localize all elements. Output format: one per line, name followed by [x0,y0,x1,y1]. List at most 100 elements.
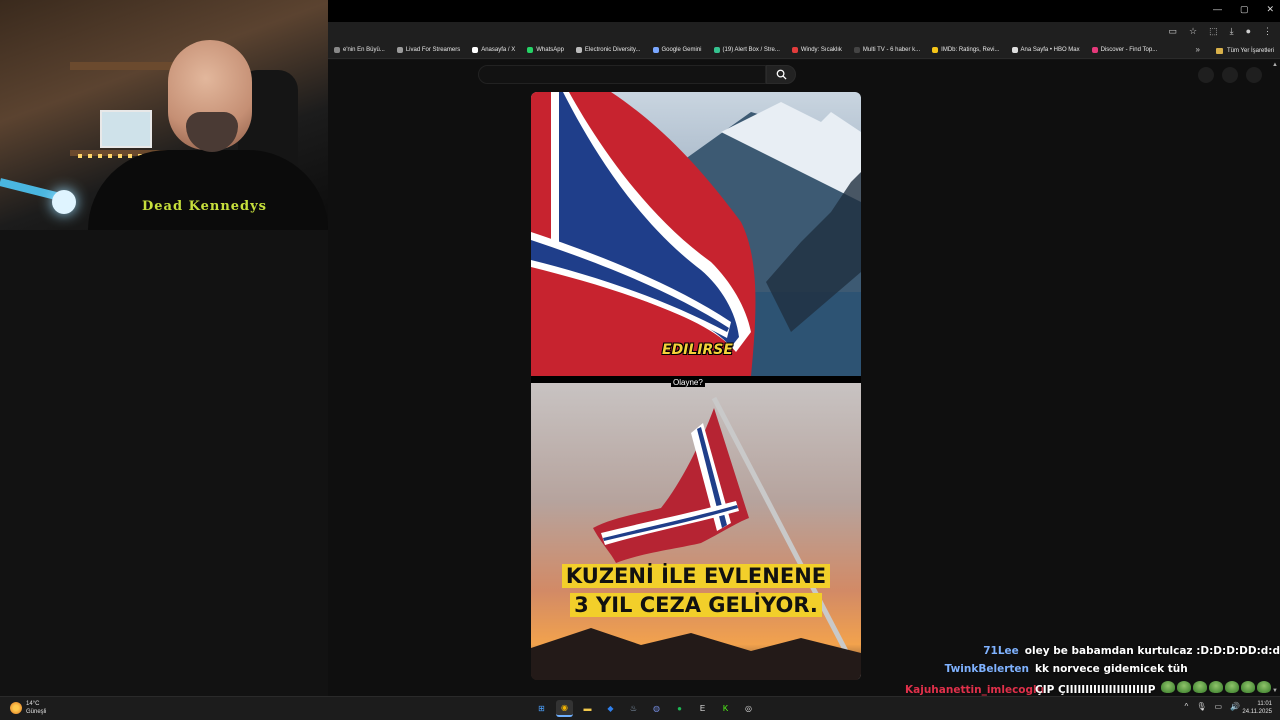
bookmark-label: Anasayfa / X [481,47,516,53]
bookmark-favicon-icon [713,47,720,53]
chat-message: 71Lee oley be babamdan kurtulcaz :D:D:D:D… [905,645,1280,663]
network-icon[interactable]: ▭ [1214,702,1222,711]
download-icon[interactable]: ⤓ [1230,26,1234,37]
start-icon[interactable]: ⊞ [533,700,550,717]
chat-text: ÇIP ÇIIIIIIIIIIIIIIIIIIIIIP [1035,684,1156,696]
bookmark-favicon-icon [791,47,798,53]
bookmark-label: IMDb: Ratings, Revi... [941,47,1000,53]
bookmark-favicon-icon [853,47,860,53]
weather-widget[interactable]: 14°C Güneşli [10,700,46,716]
flag-on-pole-image [531,396,861,680]
taskbar-apps: ⊞ ◉ ▬ ◆ ♨ ◍ ● E K ◎ [533,700,757,717]
bookmark-favicon-icon [652,47,659,53]
caption-line-2: 3 YIL CEZA GELİYOR. [570,593,822,617]
close-button[interactable]: ✕ [1266,4,1274,15]
weather-temp: 14°C [26,701,40,707]
kick-icon[interactable]: K [717,700,734,717]
pepe-emote-icon [1209,681,1224,693]
bookmark-item[interactable]: WhatsApp [521,47,570,53]
bookmark-label: e'nin En Büyü... [343,47,385,53]
spotify-icon[interactable]: ● [671,700,688,717]
menu-icon[interactable]: ⋮ [1263,26,1272,37]
video-caption-top: EDILIRSE [662,342,733,358]
chat-text: kk norvece gidemicek tüh [1035,663,1188,675]
chrome-icon[interactable]: ◉ [556,700,573,717]
bookmark-item[interactable]: IMDb: Ratings, Revi... [926,47,1005,53]
screen: Dead Kennedys — ▢ ✕ ▭ ☆ ⬚ ⤓ ● ⋮ e'nin En… [0,0,1280,720]
bookmark-item[interactable]: Anasayfa / X [466,47,521,53]
search-input[interactable] [478,65,766,84]
star-icon[interactable]: ☆ [1189,26,1197,37]
pepe-emote-icon [1193,681,1208,693]
scroll-up-arrow[interactable]: ▲ [1272,62,1278,68]
pepe-emote-icon [1257,681,1272,693]
bookmark-item[interactable]: Multi TV - 6 haber k... [848,47,926,53]
video-caption-bottom: KUZENİ İLE EVLENENE 3 YIL CEZA GELİYOR. [531,562,861,620]
chat-text: oley be babamdan kurtulcaz :D:D:D:DD:d:d [1024,645,1280,657]
maximize-button[interactable]: ▢ [1240,4,1249,15]
profile-icon[interactable]: ● [1246,26,1251,37]
search-icon [776,69,787,80]
create-button[interactable] [1198,67,1214,83]
cast-icon[interactable]: ▭ [1168,26,1177,37]
bookmarks-bar: e'nin En Büyü... Livad For Streamers Anasa… [328,42,1280,59]
chevron-up-icon[interactable]: ^ [1185,702,1189,711]
epic-icon[interactable]: E [694,700,711,717]
extensions-icon[interactable]: ⬚ [1209,26,1218,37]
video-panel-top: EDILIRSE [531,92,861,376]
weather-desc: Güneşli [26,709,47,715]
bookmark-item[interactable]: (19) Alert Box / Stre... [708,47,786,53]
bookmark-item[interactable]: Ana Sayfa • HBO Max [1006,47,1086,53]
norway-fjord-image [531,92,861,376]
microphone-icon [52,190,76,214]
search-button[interactable] [766,65,796,84]
app-blue-icon[interactable]: ◆ [602,700,619,717]
bookmark-favicon-icon [575,47,582,53]
bookmark-item[interactable]: Livad For Streamers [391,47,466,53]
pepe-emote-icon [1161,681,1176,693]
video-panel-bottom [531,383,861,680]
short-video-player[interactable]: EDILIRSE Olayne? KUZENİ İLE EVLENENE 3 Y… [531,92,861,680]
bookmark-favicon-icon [1011,47,1018,53]
bookmark-label: Discover - Find Top... [1100,47,1158,53]
all-bookmarks-label: Tüm Yer İşaretleri [1226,47,1274,54]
header-actions [1198,67,1262,83]
pepe-emote-icon [1225,681,1240,693]
steam-icon[interactable]: ♨ [625,700,642,717]
volume-icon[interactable]: 🔊 [1230,702,1240,711]
browser-toolbar: ▭ ☆ ⬚ ⤓ ● ⋮ [328,22,1280,42]
bookmark-item[interactable]: e'nin En Büyü... [328,47,391,53]
youtube-shorts-page: ▲ ▼ EDILIRSE Olayne? KUZENİ İLE EVLENENE… [328,60,1280,696]
discord-icon[interactable]: ◍ [648,700,665,717]
notifications-button[interactable] [1222,67,1238,83]
clock-date: 24.11.2025 [1242,709,1272,715]
bookmark-item[interactable]: Google Gemini [647,47,708,53]
system-tray: ^ 🎙 ▭ 🔊 [1185,702,1240,711]
sun-icon [10,702,22,714]
all-bookmarks-button[interactable]: Tüm Yer İşaretleri [1215,42,1274,58]
bookmark-favicon-icon [472,47,479,53]
caption-line-1: KUZENİ İLE EVLENENE [561,564,831,588]
taskbar: 14°C Güneşli ⊞ ◉ ▬ ◆ ♨ ◍ ● E K ◎ ^ 🎙 ▭ 🔊 11:01 24… [0,696,1280,720]
bookmark-favicon-icon [1091,47,1098,53]
microphone-tray-icon[interactable]: 🎙 [1196,702,1206,711]
bookmarks-overflow-button[interactable]: » [1196,45,1200,54]
pepe-emote-icon [1241,681,1256,693]
obs-icon[interactable]: ◎ [740,700,757,717]
bookmark-item[interactable]: Electronic Diversity... [570,47,647,53]
bookmark-favicon-icon [396,47,403,53]
folder-icon[interactable]: ▬ [579,700,596,717]
bookmark-label: WhatsApp [536,47,564,53]
bookmark-item[interactable]: Windy: Sıcaklık [786,47,848,53]
shelf [70,62,180,70]
bookmark-label: Windy: Sıcaklık [800,47,842,53]
window-controls: — ▢ ✕ [1213,4,1274,15]
chat-emotes [1161,681,1272,693]
search-bar [478,65,796,84]
minimize-button[interactable]: — [1213,4,1222,15]
folder-icon [1215,47,1223,54]
bookmark-item[interactable]: Discover - Find Top... [1086,47,1164,53]
clock[interactable]: 11:01 24.11.2025 [1242,700,1272,716]
browser-tab-strip: — ▢ ✕ [328,0,1280,22]
avatar[interactable] [1246,67,1262,83]
